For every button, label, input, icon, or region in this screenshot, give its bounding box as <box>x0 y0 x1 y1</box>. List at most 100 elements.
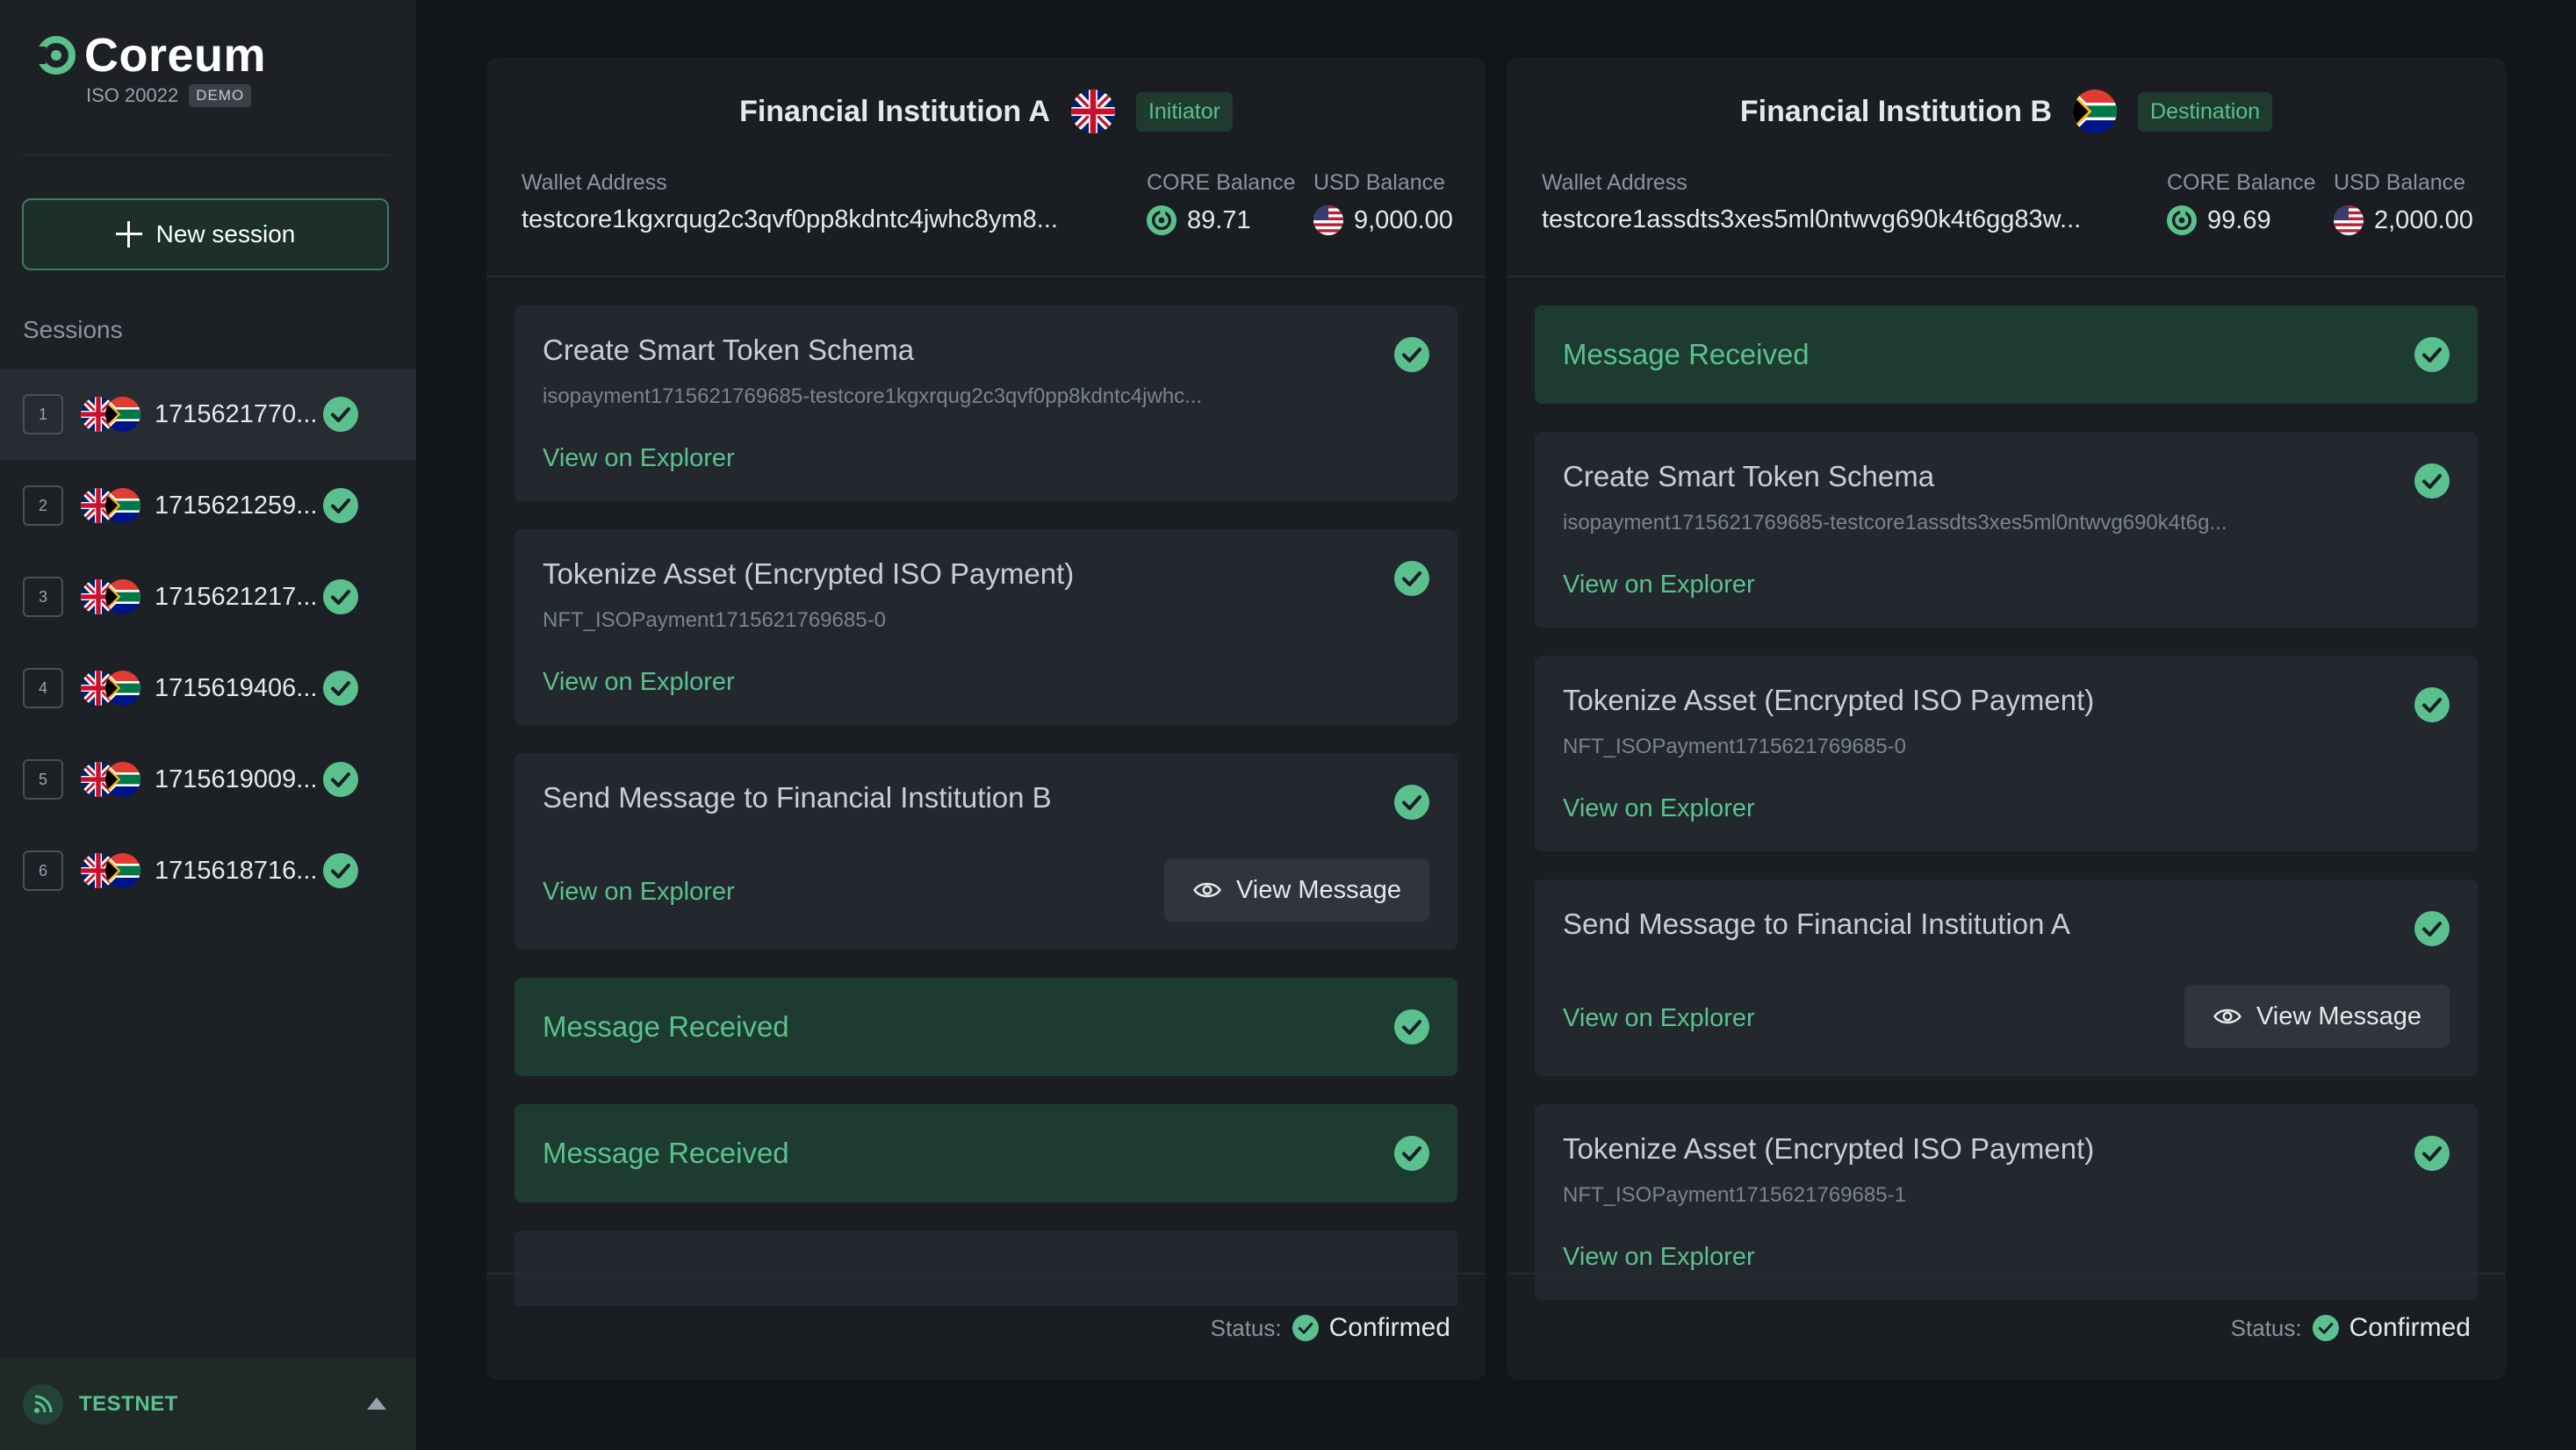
step-detail: NFT_ISOPayment1715621769685-1 <box>1563 1183 1906 1207</box>
check-circle-icon <box>2313 1315 2339 1341</box>
us-flag-icon <box>1313 205 1343 235</box>
check-circle-icon <box>2414 337 2450 372</box>
network-selector[interactable]: TESTNET <box>0 1359 416 1450</box>
check-circle-icon <box>1292 1315 1319 1341</box>
step-card: Send Message to Financial Institution B … <box>514 753 1457 950</box>
role-badge: Destination <box>2138 91 2273 132</box>
step-title: Tokenize Asset (Encrypted ISO Payment) <box>1563 1132 2095 1165</box>
check-circle-icon <box>1394 1009 1429 1044</box>
step-title: Create Smart Token Schema <box>543 334 915 366</box>
panel-title-row: Financial Institution A Initiator <box>486 90 1486 133</box>
core-coin-icon <box>1147 205 1176 235</box>
wallet-address[interactable]: testcore1kgxrqug2c3qvf0pp8kdntc4jwhc8ym8… <box>522 205 1083 234</box>
flag-pair <box>81 853 142 888</box>
new-session-button[interactable]: New session <box>22 198 389 270</box>
session-number: 1 <box>23 394 63 434</box>
step-detail: NFT_ISOPayment1715621769685-0 <box>543 608 886 632</box>
session-item[interactable]: 3 1715621217... <box>0 551 416 642</box>
session-item[interactable]: 1 1715621770... <box>0 369 416 460</box>
session-id: 1715619009... <box>155 764 318 793</box>
step-title: Send Message to Financial Institution B <box>543 781 1052 814</box>
step-detail: isopayment1715621769685-testcore1kgxrqug… <box>543 384 1203 408</box>
panel-title: Financial Institution A <box>739 94 1050 128</box>
step-card-received: Message Received <box>514 978 1457 1076</box>
view-on-explorer-link[interactable]: View on Explorer <box>1563 571 2450 599</box>
panel-title-row: Financial Institution B Destination <box>1507 90 2506 133</box>
check-circle-icon <box>2414 911 2450 946</box>
usd-balance: 9,000.00 <box>1313 205 1453 235</box>
demo-badge: DEMO <box>189 84 252 107</box>
za-flag-icon <box>105 488 140 523</box>
core-balance-value: 99.69 <box>2207 205 2271 234</box>
app-subtitle: ISO 20022 DEMO <box>86 84 252 107</box>
usd-balance-label: USD Balance <box>1313 170 1446 195</box>
wallet-address[interactable]: testcore1assdts3xes5ml0ntwvg690k4t6gg83w… <box>1542 205 2104 234</box>
check-circle-icon <box>323 579 358 614</box>
check-circle-icon <box>2414 687 2450 722</box>
flag-pair <box>81 579 142 614</box>
status: Status: Confirmed <box>2231 1313 2471 1343</box>
session-item[interactable]: 5 1715619009... <box>0 734 416 825</box>
flag-pair <box>81 488 142 523</box>
wallet-label: Wallet Address <box>522 170 667 195</box>
za-flag-icon <box>2073 90 2117 133</box>
uk-flag-icon <box>1071 90 1115 133</box>
core-balance-label: CORE Balance <box>1147 170 1296 195</box>
step-list: Create Smart Token Schema isopayment1715… <box>514 305 1457 1306</box>
step-card-received: Message Received <box>1535 305 2478 404</box>
view-on-explorer-link[interactable]: View on Explorer <box>543 444 1429 473</box>
session-number: 3 <box>23 577 63 617</box>
session-number: 5 <box>23 759 63 800</box>
institution-a-panel: Financial Institution A Initiator Wallet… <box>486 58 1486 1380</box>
check-circle-icon <box>1394 1136 1429 1171</box>
session-item[interactable]: 4 1715619406... <box>0 642 416 734</box>
core-balance-value: 89.71 <box>1187 205 1251 234</box>
institution-b-panel: Financial Institution B Destination Wall… <box>1507 58 2506 1380</box>
step-card: Tokenize Asset (Encrypted ISO Payment) N… <box>1535 1104 2478 1300</box>
step-card: Tokenize Asset (Encrypted ISO Payment) N… <box>1535 656 2478 851</box>
za-flag-icon <box>105 762 140 797</box>
panel-footer: Status: Confirmed <box>486 1273 1486 1380</box>
view-message-label: View Message <box>2256 1001 2421 1030</box>
core-balance: 99.69 <box>2167 205 2271 235</box>
check-circle-icon <box>2414 463 2450 499</box>
eye-icon <box>1192 875 1222 905</box>
view-message-button[interactable]: View Message <box>1163 858 1429 922</box>
step-card-received: Message Received <box>514 1104 1457 1202</box>
view-on-explorer-link[interactable]: View on Explorer <box>1563 1243 2450 1272</box>
session-list: 1 1715621770... 2 1715621259... 3 171562 <box>0 369 416 916</box>
status: Status: Confirmed <box>1211 1313 1450 1343</box>
panel-header: Financial Institution B Destination Wall… <box>1507 58 2506 277</box>
session-item[interactable]: 2 1715621259... <box>0 460 416 551</box>
session-number: 2 <box>23 485 63 526</box>
divider <box>23 154 390 155</box>
status-value: Confirmed <box>2349 1313 2471 1342</box>
za-flag-icon <box>105 853 140 888</box>
iso-label: ISO 20022 <box>86 84 179 106</box>
flag-pair <box>81 671 142 706</box>
wallet-label: Wallet Address <box>1542 170 1687 195</box>
session-item[interactable]: 6 1715618716... <box>0 825 416 916</box>
session-id: 1715621259... <box>155 491 318 520</box>
chevron-up-icon <box>367 1397 386 1410</box>
session-number: 4 <box>23 668 63 708</box>
view-message-button[interactable]: View Message <box>2184 985 2450 1048</box>
za-flag-icon <box>105 671 140 706</box>
step-detail: NFT_ISOPayment1715621769685-0 <box>1563 735 1906 758</box>
usd-balance-value: 2,000.00 <box>2374 205 2473 234</box>
role-badge: Initiator <box>1135 91 1233 132</box>
view-on-explorer-link[interactable]: View on Explorer <box>1563 794 2450 823</box>
step-title: Tokenize Asset (Encrypted ISO Payment) <box>543 557 1075 590</box>
status-label: Status: <box>1210 1314 1282 1341</box>
view-message-label: View Message <box>1235 875 1401 904</box>
step-detail: isopayment1715621769685-testcore1assdts3… <box>1563 511 2227 535</box>
view-on-explorer-link[interactable]: View on Explorer <box>543 668 1429 697</box>
step-card: Tokenize Asset (Encrypted ISO Payment) N… <box>514 529 1457 725</box>
za-flag-icon <box>105 397 140 432</box>
app-logo[interactable]: Coreum <box>35 28 266 83</box>
flag-pair <box>81 762 142 797</box>
panel-title: Financial Institution B <box>1739 94 2053 128</box>
check-circle-icon <box>1394 337 1429 372</box>
panel-footer: Status: Confirmed <box>1507 1273 2506 1380</box>
step-title: Message Received <box>1563 338 1810 370</box>
